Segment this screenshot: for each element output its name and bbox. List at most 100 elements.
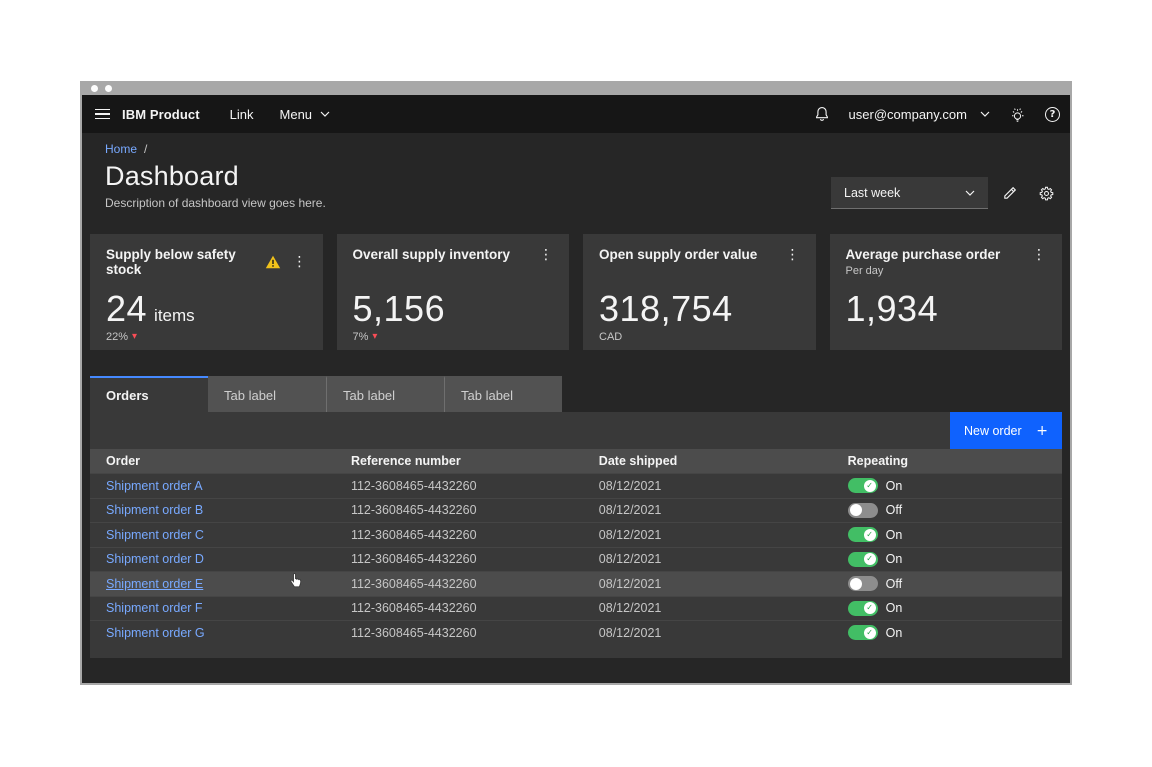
- repeating-toggle[interactable]: ✓: [848, 478, 878, 493]
- window-control-dot[interactable]: [105, 85, 112, 92]
- table-row-hovered[interactable]: Shipment order E 112-3608465-4432260 08/…: [90, 571, 1062, 596]
- chevron-down-icon: [965, 190, 975, 196]
- order-link[interactable]: Shipment order D: [106, 552, 204, 566]
- tab-orders[interactable]: Orders: [90, 376, 208, 412]
- tab-label-3[interactable]: Tab label: [444, 376, 562, 412]
- card-title: Average purchase order: [846, 247, 1033, 262]
- reference-number: 112-3608465-4432260: [335, 479, 583, 493]
- repeating-toggle[interactable]: ✓: [848, 625, 878, 640]
- date-shipped: 08/12/2021: [583, 601, 832, 615]
- page-description: Description of dashboard view goes here.: [105, 196, 326, 210]
- table-row[interactable]: Shipment order D 112-3608465-4432260 08/…: [90, 547, 1062, 572]
- card-average-purchase-order: Average purchase order ⋮ Per day 1,934: [830, 234, 1063, 350]
- table-row[interactable]: Shipment order F 112-3608465-4432260 08/…: [90, 596, 1062, 621]
- trend-down-icon: ▾: [132, 332, 137, 342]
- user-account-menu[interactable]: user@company.com: [849, 107, 990, 122]
- settings-gear-icon[interactable]: [1030, 177, 1062, 209]
- date-shipped: 08/12/2021: [583, 626, 832, 640]
- reference-number: 112-3608465-4432260: [335, 528, 583, 542]
- card-subtitle: Per day: [846, 265, 1047, 277]
- toggle-label: On: [886, 479, 903, 493]
- card-title: Open supply order value: [599, 247, 786, 262]
- chevron-down-icon: [980, 111, 990, 117]
- reference-number: 112-3608465-4432260: [335, 601, 583, 615]
- toggle-check-icon: ✓: [864, 529, 876, 541]
- reference-number: 112-3608465-4432260: [335, 552, 583, 566]
- help-icon[interactable]: ?: [1045, 107, 1060, 122]
- card-delta: 22%▾: [106, 331, 137, 343]
- tab-label-1[interactable]: Tab label: [208, 376, 326, 412]
- overflow-menu-icon[interactable]: ⋮: [1032, 248, 1046, 262]
- toggle-label: On: [886, 528, 903, 542]
- window-control-dot[interactable]: [91, 85, 98, 92]
- toggle-label: On: [886, 626, 903, 640]
- table-row[interactable]: Shipment order G 112-3608465-4432260 08/…: [90, 620, 1062, 645]
- toggle-check-icon: ✓: [864, 627, 876, 639]
- menu-hamburger-icon[interactable]: [82, 95, 122, 133]
- window-body: IBM Product Link Menu user@company.com: [82, 95, 1070, 683]
- date-shipped: 08/12/2021: [583, 479, 832, 493]
- orders-table-section: New order+ Order Reference number Date s…: [90, 412, 1062, 658]
- overflow-menu-icon[interactable]: ⋮: [786, 248, 800, 262]
- toggle-check-icon: ✓: [850, 504, 862, 516]
- nav-link[interactable]: Link: [230, 107, 254, 122]
- order-link[interactable]: Shipment order F: [106, 601, 203, 615]
- metric-cards: Supply below safety stock ⋮ 24items 22%▾: [90, 234, 1062, 350]
- order-link[interactable]: Shipment order B: [106, 503, 203, 517]
- notifications-bell-icon[interactable]: [814, 106, 830, 122]
- edit-pencil-icon[interactable]: [993, 177, 1025, 209]
- toggle-check-icon: ✓: [850, 578, 862, 590]
- order-link[interactable]: Shipment order E: [106, 577, 203, 591]
- overflow-menu-icon[interactable]: ⋮: [293, 255, 307, 269]
- toggle-check-icon: ✓: [864, 553, 876, 565]
- breadcrumb-home-link[interactable]: Home: [105, 142, 137, 156]
- tab-bar: Orders Tab label Tab label Tab label: [90, 376, 1062, 412]
- overflow-menu-icon[interactable]: ⋮: [539, 248, 553, 262]
- product-name: IBM Product: [122, 107, 200, 122]
- table-row[interactable]: Shipment order B 112-3608465-4432260 08/…: [90, 498, 1062, 523]
- repeating-toggle[interactable]: ✓: [848, 601, 878, 616]
- breadcrumb: Home /: [105, 142, 326, 156]
- app-window: IBM Product Link Menu user@company.com: [80, 81, 1072, 685]
- date-shipped: 08/12/2021: [583, 503, 832, 517]
- dashboard-page: Home / Dashboard Description of dashboar…: [82, 133, 1070, 683]
- card-title: Supply below safety stock: [106, 247, 265, 277]
- nav-menu[interactable]: Menu: [280, 107, 331, 122]
- new-order-button[interactable]: New order+: [950, 412, 1062, 449]
- repeating-toggle[interactable]: ✓: [848, 576, 878, 591]
- date-shipped: 08/12/2021: [583, 528, 832, 542]
- header-actions: user@company.com ?: [814, 106, 1060, 123]
- card-overall-supply-inventory: Overall supply inventory ⋮ 5,156 7%▾: [337, 234, 570, 350]
- column-header-reference[interactable]: Reference number: [335, 454, 583, 468]
- table-row[interactable]: Shipment order C 112-3608465-4432260 08/…: [90, 522, 1062, 547]
- table-header: Order Reference number Date shipped Repe…: [90, 449, 1062, 473]
- chevron-down-icon: [320, 111, 330, 117]
- window-titlebar: [82, 81, 1070, 95]
- order-link[interactable]: Shipment order A: [106, 479, 203, 493]
- column-header-order[interactable]: Order: [90, 454, 335, 468]
- toggle-label: On: [886, 601, 903, 615]
- column-header-repeating[interactable]: Repeating: [832, 454, 1062, 468]
- reference-number: 112-3608465-4432260: [335, 577, 583, 591]
- tab-label-2[interactable]: Tab label: [326, 376, 444, 412]
- column-header-date[interactable]: Date shipped: [583, 454, 832, 468]
- idea-lightbulb-icon[interactable]: [1009, 106, 1026, 123]
- time-range-dropdown[interactable]: Last week: [831, 177, 988, 209]
- table-row[interactable]: Shipment order A 112-3608465-4432260 08/…: [90, 473, 1062, 498]
- repeating-toggle[interactable]: ✓: [848, 552, 878, 567]
- date-shipped: 08/12/2021: [583, 552, 832, 566]
- card-value: 5,156: [353, 291, 446, 327]
- toggle-check-icon: ✓: [864, 602, 876, 614]
- order-link[interactable]: Shipment order G: [106, 626, 205, 640]
- repeating-toggle[interactable]: ✓: [848, 527, 878, 542]
- card-open-supply-order-value: Open supply order value ⋮ 318,754 CAD: [583, 234, 816, 350]
- repeating-toggle[interactable]: ✓: [848, 503, 878, 518]
- warning-icon: [265, 255, 281, 269]
- card-value: 24items: [106, 291, 195, 327]
- page-controls: Last week: [831, 177, 1062, 209]
- toggle-label: Off: [886, 503, 902, 517]
- order-link[interactable]: Shipment order C: [106, 528, 204, 542]
- card-title: Overall supply inventory: [353, 247, 540, 262]
- card-unit: items: [154, 307, 195, 324]
- toggle-label: On: [886, 552, 903, 566]
